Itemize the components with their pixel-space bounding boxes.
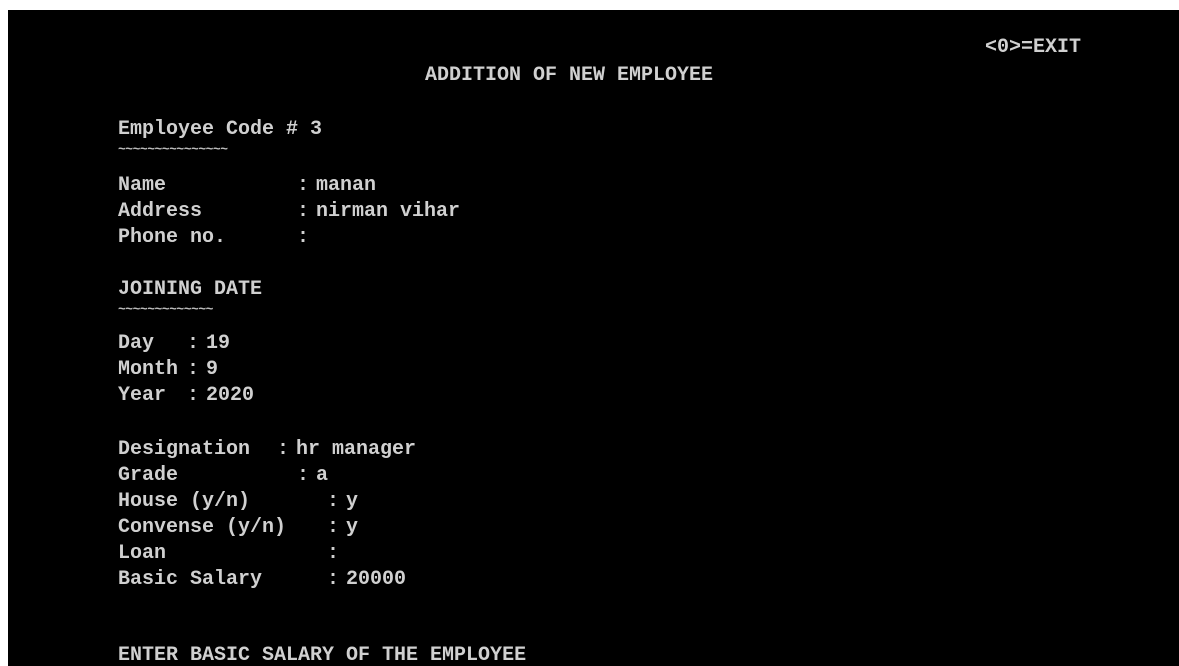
address-field[interactable]: nirman vihar: [316, 200, 460, 224]
month-separator: :: [187, 358, 200, 381]
day-field[interactable]: 19: [206, 332, 230, 356]
day-label: Day: [118, 332, 155, 355]
address-label: Address: [118, 200, 203, 223]
designation-field[interactable]: hr manager: [296, 438, 416, 462]
day-separator: :: [187, 332, 200, 355]
year-separator: :: [187, 384, 200, 407]
joining-date-heading: JOINING DATE: [118, 278, 263, 301]
designation-separator: :: [277, 438, 290, 461]
month-field[interactable]: 9: [206, 358, 218, 382]
year-label: Year: [118, 384, 167, 407]
name-label: Name: [118, 174, 167, 197]
basic-salary-field[interactable]: 20000: [346, 568, 406, 592]
house-label: House (y/n): [118, 490, 251, 513]
designation-label: Designation: [118, 438, 251, 461]
house-field[interactable]: y: [346, 490, 358, 514]
name-field[interactable]: manan: [316, 174, 376, 198]
console-screen: <0>=EXIT ADDITION OF NEW EMPLOYEE Employ…: [8, 10, 1179, 666]
phone-separator: :: [297, 226, 310, 249]
joining-date-underline: ~~~~~~~~~~~~~: [118, 302, 213, 317]
loan-label: Loan: [118, 542, 167, 565]
convense-field[interactable]: y: [346, 516, 358, 540]
employee-code-label: Employee Code # 3: [118, 118, 323, 141]
convense-separator: :: [327, 516, 340, 539]
grade-field[interactable]: a: [316, 464, 328, 488]
grade-label: Grade: [118, 464, 179, 487]
house-separator: :: [327, 490, 340, 513]
address-separator: :: [297, 200, 310, 223]
exit-hint[interactable]: <0>=EXIT: [985, 36, 1081, 60]
employee-code-underline: ~~~~~~~~~~~~~~~: [118, 142, 228, 157]
phone-label: Phone no.: [118, 226, 227, 249]
page-title: ADDITION OF NEW EMPLOYEE: [425, 64, 714, 87]
basic-salary-separator: :: [327, 568, 340, 591]
input-prompt: ENTER BASIC SALARY OF THE EMPLOYEE: [118, 644, 527, 666]
month-label: Month: [118, 358, 179, 381]
convense-label: Convense (y/n): [118, 516, 287, 539]
loan-separator: :: [327, 542, 340, 565]
grade-separator: :: [297, 464, 310, 487]
year-field[interactable]: 2020: [206, 384, 254, 408]
basic-salary-label: Basic Salary: [118, 568, 263, 591]
name-separator: :: [297, 174, 310, 197]
